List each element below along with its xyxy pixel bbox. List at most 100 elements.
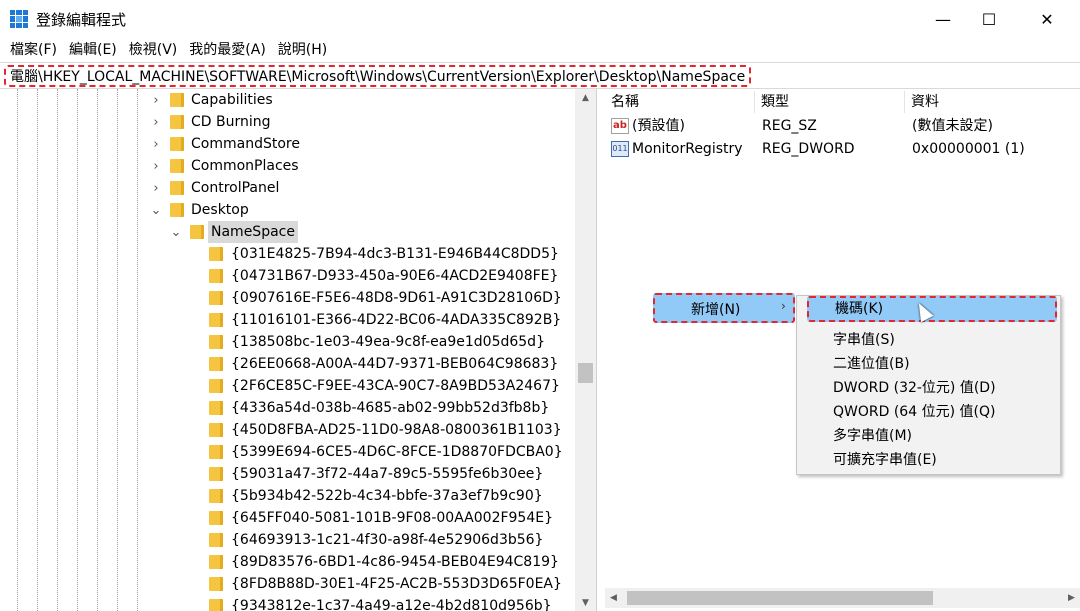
folder-icon xyxy=(209,401,223,415)
menu-favorites[interactable]: 我的最愛(A) xyxy=(183,39,272,61)
tree-item[interactable]: › CommonPlaces xyxy=(0,155,575,177)
tree-item[interactable]: {11016101-E366-4D22-BC06-4ADA335C892B} xyxy=(0,309,575,331)
folder-icon xyxy=(209,423,223,437)
tree-item-label: {89D83576-6BD1-4c86-9454-BEB04E94C819} xyxy=(231,554,559,570)
folder-icon xyxy=(209,335,223,349)
close-button[interactable]: ✕ xyxy=(1024,0,1070,38)
tree-item-label: {031E4825-7B94-4dc3-B131-E946B44C8DD5} xyxy=(231,246,559,262)
address-bar[interactable]: 電腦\HKEY_LOCAL_MACHINE\SOFTWARE\Microsoft… xyxy=(0,62,1080,89)
tree-item-label: {138508bc-1e03-49ea-9c8f-ea9e1d05d65d} xyxy=(231,334,545,350)
scroll-left-arrow-icon[interactable]: ◀ xyxy=(605,588,622,608)
folder-icon xyxy=(170,93,184,107)
column-header-type[interactable]: 類型 xyxy=(755,91,905,113)
scroll-down-arrow-icon[interactable]: ▼ xyxy=(575,594,596,611)
folder-icon xyxy=(209,533,223,547)
submenu-item-binary[interactable]: 二進位值(B) xyxy=(833,353,910,375)
submenu-item-qword[interactable]: QWORD (64 位元) 值(Q) xyxy=(833,401,995,423)
tree-item[interactable]: ⌄ Desktop xyxy=(0,199,575,221)
tree-item[interactable]: {64693913-1c21-4f30-a98f-4e52906d3b56} xyxy=(0,529,575,551)
folder-icon xyxy=(209,357,223,371)
chevron-down-icon[interactable]: ⌄ xyxy=(150,199,162,221)
scroll-up-arrow-icon[interactable]: ▲ xyxy=(575,89,596,106)
value-row-monitorregistry[interactable]: 011 MonitorRegistry REG_DWORD 0x00000001… xyxy=(605,138,1080,160)
chevron-down-icon[interactable]: ⌄ xyxy=(170,221,182,243)
tree-item[interactable]: {0907616E-F5E6-48D8-9D61-A91C3D28106D} xyxy=(0,287,575,309)
folder-icon xyxy=(170,137,184,151)
tree-item-label: {8FD8B88D-30E1-4F25-AC2B-553D3D65F0EA} xyxy=(231,576,562,592)
registry-editor-icon xyxy=(10,10,28,28)
submenu-item-key[interactable]: 機碼(K) xyxy=(807,296,1057,322)
tree-item[interactable]: {8FD8B88D-30E1-4F25-AC2B-553D3D65F0EA} xyxy=(0,573,575,595)
tree-item[interactable]: {2F6CE85C-F9EE-43CA-90C7-8A9BD53A2467} xyxy=(0,375,575,397)
pane-splitter[interactable] xyxy=(597,89,605,611)
tree-item[interactable]: {26EE0668-A00A-44D7-9371-BEB064C98683} xyxy=(0,353,575,375)
tree-item[interactable]: {450D8FBA-AD25-11D0-98A8-0800361B1103} xyxy=(0,419,575,441)
tree-item-label: {26EE0668-A00A-44D7-9371-BEB064C98683} xyxy=(231,356,559,372)
column-header-data[interactable]: 資料 xyxy=(905,91,1080,113)
tree-item[interactable]: › ControlPanel xyxy=(0,177,575,199)
menu-help[interactable]: 說明(H) xyxy=(272,39,333,61)
submenu-item-multi-string[interactable]: 多字串值(M) xyxy=(833,425,912,447)
submenu-item-expandable-string[interactable]: 可擴充字串值(E) xyxy=(833,449,937,471)
tree-item[interactable]: ⌄ NameSpace xyxy=(0,221,575,243)
tree-item[interactable]: {5399E694-6CE5-4D6C-8FCE-1D8870FDCBA0} xyxy=(0,441,575,463)
folder-icon xyxy=(209,313,223,327)
tree-item[interactable]: {9343812e-1c37-4a49-a12e-4b2d810d956b} xyxy=(0,595,575,611)
value-type: REG_SZ xyxy=(762,118,817,134)
menu-view[interactable]: 檢視(V) xyxy=(123,39,184,61)
menu-file[interactable]: 檔案(F) xyxy=(4,39,63,61)
title-bar: 登錄編輯程式 — ☐ ✕ xyxy=(0,0,1080,38)
tree-item[interactable]: {04731B67-D933-450a-90E6-4ACD2E9408FE} xyxy=(0,265,575,287)
tree-item[interactable]: {138508bc-1e03-49ea-9c8f-ea9e1d05d65d} xyxy=(0,331,575,353)
list-horizontal-scrollbar[interactable]: ◀ ▶ xyxy=(605,588,1080,608)
context-menu-new-label: 新增(N) xyxy=(691,302,741,318)
folder-icon xyxy=(209,269,223,283)
tree-item-label: {5399E694-6CE5-4D6C-8FCE-1D8870FDCBA0} xyxy=(231,444,563,460)
menu-edit[interactable]: 編輯(E) xyxy=(63,39,123,61)
submenu-item-label: 機碼(K) xyxy=(835,301,884,317)
key-tree-pane[interactable]: › Capabilities › CD Burning › CommandStore › Co… xyxy=(0,89,597,611)
tree-item-label: CommonPlaces xyxy=(191,158,299,174)
new-submenu: 機碼(K) 字串值(S) 二進位值(B) DWORD (32-位元) 值(D) … xyxy=(796,295,1061,475)
folder-icon xyxy=(170,115,184,129)
scroll-thumb[interactable] xyxy=(627,591,933,605)
chevron-right-icon[interactable]: › xyxy=(150,111,162,133)
tree-item-label: ControlPanel xyxy=(191,180,280,196)
tree-item[interactable]: {4336a54d-038b-4685-ab02-99bb52d3fb8b} xyxy=(0,397,575,419)
chevron-right-icon[interactable]: › xyxy=(150,155,162,177)
maximize-button[interactable]: ☐ xyxy=(966,0,1012,38)
folder-icon xyxy=(209,291,223,305)
tree-item[interactable]: {5b934b42-522b-4c34-bbfe-37a3ef7b9c90} xyxy=(0,485,575,507)
tree-item[interactable]: › Capabilities xyxy=(0,89,575,111)
value-row-default[interactable]: ab (預設值) REG_SZ (數值未設定) xyxy=(605,115,1080,137)
address-path[interactable]: 電腦\HKEY_LOCAL_MACHINE\SOFTWARE\Microsoft… xyxy=(4,65,752,87)
tree-item[interactable]: › CD Burning xyxy=(0,111,575,133)
value-name: MonitorRegistry xyxy=(632,141,743,157)
chevron-right-icon[interactable]: › xyxy=(150,133,162,155)
submenu-item-string[interactable]: 字串值(S) xyxy=(833,329,895,351)
tree-item[interactable]: {031E4825-7B94-4dc3-B131-E946B44C8DD5} xyxy=(0,243,575,265)
chevron-right-icon[interactable]: › xyxy=(150,177,162,199)
submenu-arrow-icon: › xyxy=(781,299,786,313)
submenu-item-dword[interactable]: DWORD (32-位元) 值(D) xyxy=(833,377,996,399)
folder-icon xyxy=(209,379,223,393)
folder-icon xyxy=(170,203,184,217)
tree-vertical-scrollbar[interactable]: ▲ ▼ xyxy=(575,89,596,611)
tree-item-label: CommandStore xyxy=(191,136,300,152)
string-value-icon: ab xyxy=(611,118,629,134)
tree-item[interactable]: {89D83576-6BD1-4c86-9454-BEB04E94C819} xyxy=(0,551,575,573)
tree-item-label: {450D8FBA-AD25-11D0-98A8-0800361B1103} xyxy=(231,422,562,438)
tree-item[interactable]: › CommandStore xyxy=(0,133,575,155)
context-menu-new[interactable]: 新增(N) › xyxy=(653,293,795,323)
tree-item[interactable]: {645FF040-5081-101B-9F08-00AA002F954E} xyxy=(0,507,575,529)
scroll-thumb[interactable] xyxy=(578,363,593,383)
tree-item[interactable]: {59031a47-3f72-44a7-89c5-5595fe6b30ee} xyxy=(0,463,575,485)
folder-icon xyxy=(209,577,223,591)
tree-item-label: {645FF040-5081-101B-9F08-00AA002F954E} xyxy=(231,510,553,526)
scroll-right-arrow-icon[interactable]: ▶ xyxy=(1063,588,1080,608)
chevron-right-icon[interactable]: › xyxy=(150,89,162,111)
folder-icon xyxy=(209,489,223,503)
tree-item-label: Capabilities xyxy=(191,92,273,108)
column-header-name[interactable]: 名稱 xyxy=(605,91,755,113)
minimize-button[interactable]: — xyxy=(920,0,966,38)
